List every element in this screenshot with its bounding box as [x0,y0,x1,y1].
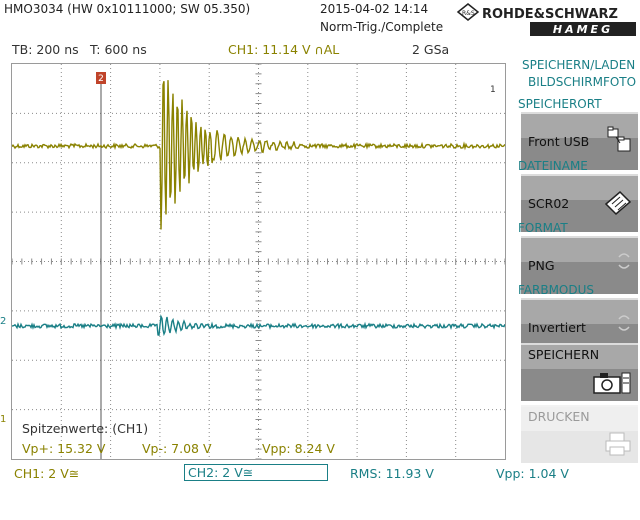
menu-subtitle: BILDSCHIRMFOTO [528,75,637,89]
measurement-title: Spitzenwerte: (CH1) [22,421,149,436]
ch2-scale[interactable]: CH2: 2 V≅ [184,464,328,481]
farbmodus-value: Invertiert [528,320,586,335]
edit-keyboard-icon [604,188,632,222]
graticule [12,64,505,459]
timebase-readout: TB: 200 ns [12,42,79,57]
usb-folder-icon [606,126,632,158]
speicherort-heading: SPEICHERORT [518,97,602,111]
brand-logo: R&S ROHDE&SCHWARZ HAMEG [456,2,638,38]
printer-icon [604,431,632,461]
brand-top-text: ROHDE&SCHWARZ [482,7,618,22]
dateiname-heading: DATEINAME [518,159,588,173]
trigger-mode: Norm-Trig./Complete [320,20,444,34]
vp-minus-value: Vp-: 7.08 V [142,441,212,456]
datetime: 2015-04-02 14:14 [320,2,429,16]
ch2-ground-marker[interactable]: 2 [0,316,6,327]
vp-plus-value: Vp+: 15.32 V [22,441,106,456]
format-value: PNG [528,258,555,273]
ch1-ground-marker[interactable]: 1 [0,414,6,425]
speichern-button[interactable]: SPEICHERN [521,343,638,401]
trigger-position-readout: T: 600 ns [90,42,147,57]
drucken-button[interactable]: DRUCKEN [521,405,638,463]
speichern-label: SPEICHERN [528,347,600,362]
sample-rate-readout: 2 GSa [412,42,450,57]
brand-bottom-text: HAMEG [553,23,613,36]
rohde-schwarz-logo: R&S ROHDE&SCHWARZ HAMEG [456,3,636,36]
trigger-marker[interactable]: 2 [96,72,106,84]
waveform-display[interactable]: 2 1 [11,63,506,460]
rotary-knob-icon [616,250,632,276]
camera-icon [592,371,632,399]
rotary-knob-icon [616,312,632,338]
svg-text:R&S: R&S [462,10,475,17]
vpp-value: Vpp: 8.24 V [262,441,335,456]
ch2-vpp-readout: Vpp: 1.04 V [496,466,569,481]
speicherort-value: Front USB [528,134,590,149]
menu-title: SPEICHERN/LADEN [522,58,636,72]
ch1-waveform [12,80,505,230]
ch1-level-marker: 1 [490,85,496,95]
waveform-canvas: 2 1 [12,64,505,459]
rms-readout: RMS: 11.93 V [350,466,434,481]
farbmodus-heading: FARBMODUS [518,283,595,297]
format-heading: FORMAT [518,221,568,235]
ch1-scale[interactable]: CH1: 2 V≅ [14,466,79,481]
dateiname-value: SCR02 [528,196,570,211]
trigger-marker-label: 2 [98,74,104,84]
instrument-model: HMO3034 (HW 0x10111000; SW 05.350) [4,2,251,16]
ch1-trigger-readout: CH1: 11.14 V ∩AL [228,42,340,57]
drucken-label: DRUCKEN [528,409,590,424]
